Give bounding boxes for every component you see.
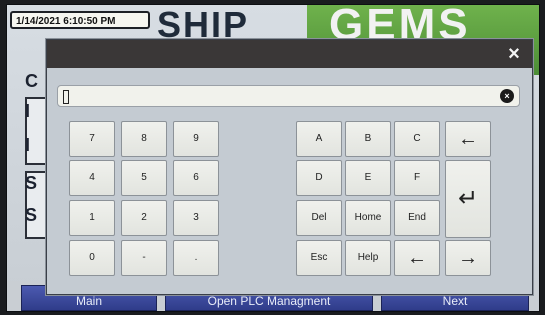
home-button[interactable]: Home (345, 200, 391, 236)
bg-row-letter: S (25, 173, 38, 193)
key-1[interactable]: 1 (69, 200, 115, 236)
datetime-display: 1/14/2021 6:10:50 PM (10, 11, 150, 29)
key-6[interactable]: 6 (173, 160, 219, 196)
end-button[interactable]: End (394, 200, 440, 236)
key-4[interactable]: 4 (69, 160, 115, 196)
del-button[interactable]: Del (296, 200, 342, 236)
key-2[interactable]: 2 (121, 200, 167, 236)
enter-icon[interactable]: ↵ (445, 160, 491, 238)
key-9[interactable]: 9 (173, 121, 219, 157)
keypad-entry-field[interactable]: × (57, 85, 520, 107)
key-0[interactable]: 0 (69, 240, 115, 276)
key-minus[interactable]: - (121, 240, 167, 276)
key-7[interactable]: 7 (69, 121, 115, 157)
bg-row-letter: I (25, 101, 31, 121)
key-e[interactable]: E (345, 160, 391, 196)
help-button[interactable]: Help (345, 240, 391, 276)
close-icon[interactable]: × (504, 44, 524, 64)
bg-section-letter: C (25, 71, 38, 91)
backspace-icon[interactable]: ← (445, 121, 491, 157)
key-f[interactable]: F (394, 160, 440, 196)
key-b[interactable]: B (345, 121, 391, 157)
bg-row-letter: I (25, 135, 31, 155)
arrow-left-icon[interactable]: ← (394, 240, 440, 276)
dialog-titlebar: × (47, 40, 532, 68)
key-c[interactable]: C (394, 121, 440, 157)
text-cursor (63, 90, 69, 104)
key-8[interactable]: 8 (121, 121, 167, 157)
arrow-right-icon[interactable]: → (445, 240, 491, 276)
key-decimal[interactable]: . (173, 240, 219, 276)
esc-button[interactable]: Esc (296, 240, 342, 276)
clear-entry-icon[interactable]: × (500, 89, 514, 103)
key-5[interactable]: 5 (121, 160, 167, 196)
keypad-dialog: × × 7 8 9 4 5 6 1 2 3 0 - . A B C ← D E … (46, 39, 533, 295)
bg-row-letter: S (25, 205, 38, 225)
hmi-screen: 1/14/2021 6:10:50 PM SHIP GEMS act C I I… (6, 4, 540, 312)
key-3[interactable]: 3 (173, 200, 219, 236)
key-d[interactable]: D (296, 160, 342, 196)
key-a[interactable]: A (296, 121, 342, 157)
